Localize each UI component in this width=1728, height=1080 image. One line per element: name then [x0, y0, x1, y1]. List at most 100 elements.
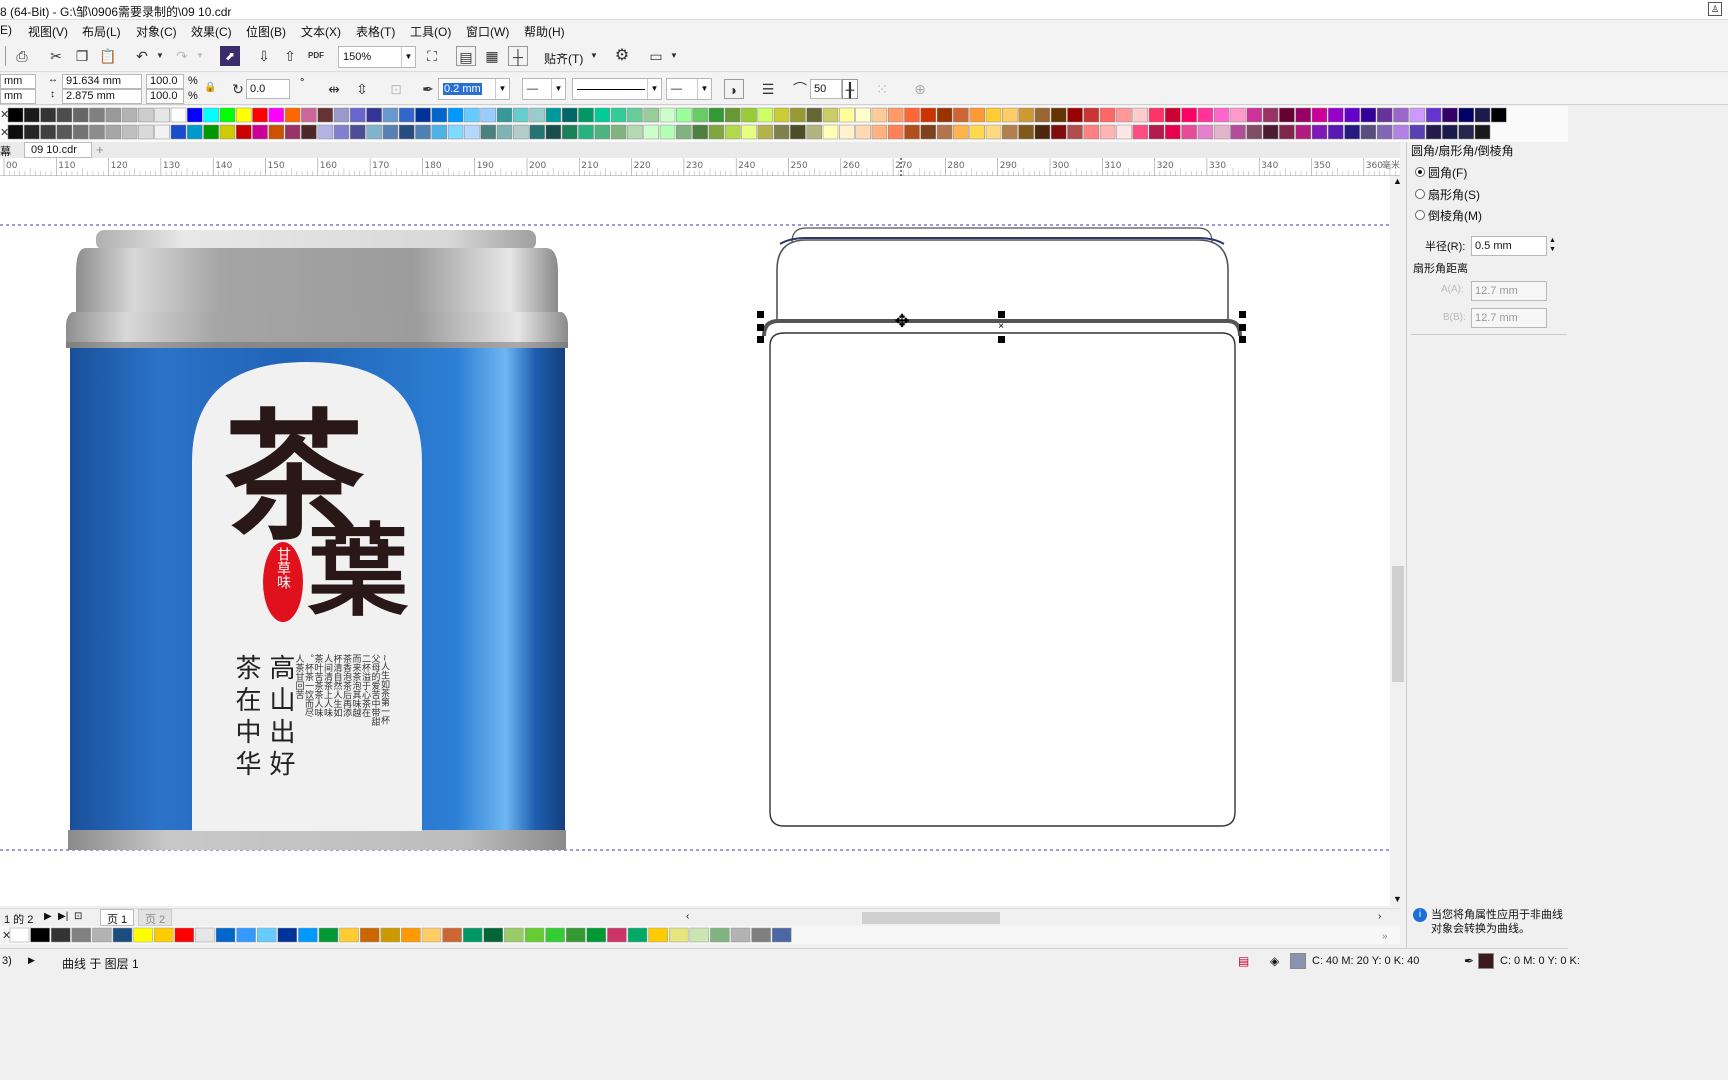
palette-swatch[interactable]	[561, 107, 578, 123]
palette-swatch[interactable]	[105, 124, 122, 140]
rotation-field[interactable]: 0.0	[246, 79, 290, 99]
palette-swatch[interactable]	[284, 107, 301, 123]
palette-swatch[interactable]	[1458, 124, 1474, 140]
menu-view[interactable]: 视图(V)	[28, 23, 68, 40]
document-palette-swatch[interactable]	[174, 927, 195, 943]
palette-swatch[interactable]	[1425, 107, 1442, 123]
line-style-select[interactable]: ▼	[572, 78, 662, 100]
palette-swatch[interactable]	[1311, 107, 1328, 123]
handle-middle-right[interactable]	[1239, 324, 1246, 331]
palette-swatch[interactable]	[806, 107, 822, 123]
snap-to-label[interactable]: 贴齐(T)	[544, 50, 583, 67]
text-wrap-icon[interactable]: ☰	[758, 79, 778, 99]
palette-swatch[interactable]	[985, 124, 1002, 140]
document-palette-swatch[interactable]	[730, 927, 751, 943]
palette-swatch[interactable]	[40, 107, 56, 123]
palette-swatch[interactable]	[121, 107, 138, 123]
handle-top-left[interactable]	[757, 311, 764, 318]
handle-middle-left[interactable]	[757, 324, 764, 331]
palette-swatch[interactable]	[1344, 124, 1360, 140]
undo-dropdown-icon[interactable]: ▼	[150, 46, 170, 66]
palette-swatch[interactable]	[610, 107, 627, 123]
full-screen-icon[interactable]: ⛶	[422, 46, 442, 66]
palette-scroll-icon[interactable]: »	[1382, 931, 1388, 942]
gear-icon[interactable]: ⚙	[612, 46, 632, 66]
document-palette-swatch[interactable]	[462, 927, 483, 943]
palette-swatch[interactable]	[121, 124, 138, 140]
palette-swatch[interactable]	[871, 124, 888, 140]
palette-swatch[interactable]	[366, 107, 382, 123]
user-icon[interactable]: ♙	[1708, 2, 1722, 16]
palette-swatch[interactable]	[284, 124, 301, 140]
handle-bottom-center[interactable]	[998, 336, 1005, 343]
palette-swatch[interactable]	[301, 107, 317, 123]
next-page-icon[interactable]: ▶	[44, 911, 52, 922]
a-distance-input[interactable]: 12.7 mm	[1471, 281, 1547, 301]
palette-swatch[interactable]	[447, 107, 464, 123]
palette-swatch[interactable]	[333, 124, 350, 140]
vertical-scrollbar[interactable]: ▲ ▼	[1390, 176, 1406, 906]
welcome-tab[interactable]: 幕	[0, 143, 11, 159]
node-grid-icon[interactable]: ⁙	[872, 79, 892, 99]
palette-swatch[interactable]	[953, 124, 969, 140]
palette-swatch[interactable]	[708, 124, 725, 140]
palette-swatch[interactable]	[936, 124, 953, 140]
horizontal-ruler[interactable]: 00 110 120 130 140 150 160 170 180 190 200 210 220 23…	[0, 158, 1412, 176]
palette-swatch[interactable]	[398, 107, 415, 123]
scale-x-field[interactable]: 100.0	[146, 74, 184, 89]
palette-swatch[interactable]	[447, 124, 464, 140]
palette-swatch[interactable]	[1165, 107, 1181, 123]
palette-swatch[interactable]	[480, 124, 496, 140]
document-palette-swatch[interactable]	[112, 927, 133, 943]
cut-icon[interactable]: ✂	[46, 46, 66, 66]
palette-swatch[interactable]	[170, 124, 187, 140]
height-field[interactable]: 2.875 mm	[62, 89, 142, 104]
palette-swatch[interactable]	[822, 124, 839, 140]
pdf-icon[interactable]: PDF	[306, 46, 326, 66]
palette-swatch[interactable]	[1148, 124, 1165, 140]
palette-swatch[interactable]	[1328, 107, 1344, 123]
width-field[interactable]: 91.634 mm	[62, 74, 142, 89]
mirror-vertical-icon[interactable]: ⇳	[352, 79, 372, 99]
radio-round[interactable]	[1415, 167, 1425, 177]
palette-swatch[interactable]	[904, 107, 920, 123]
palette-swatch[interactable]	[513, 107, 529, 123]
snap-dropdown-icon[interactable]: ▼	[584, 46, 604, 66]
palette-swatch[interactable]	[1148, 107, 1165, 123]
palette-swatch[interactable]	[692, 107, 708, 123]
palette-swatch[interactable]	[1360, 124, 1377, 140]
launch-icon[interactable]: ▭	[646, 46, 666, 66]
palette-swatch[interactable]	[741, 124, 757, 140]
palette-swatch[interactable]	[1132, 107, 1148, 123]
scroll-left-icon[interactable]: ‹	[686, 911, 689, 922]
palette-swatch[interactable]	[382, 107, 399, 123]
palette-swatch[interactable]	[317, 124, 333, 140]
document-palette-swatch[interactable]	[751, 927, 771, 943]
scroll-thumb[interactable]	[1392, 566, 1404, 682]
document-palette-swatch[interactable]	[421, 927, 442, 943]
palette-swatch[interactable]	[529, 124, 545, 140]
menu-object[interactable]: 对象(C)	[136, 23, 177, 40]
menu-text[interactable]: 文本(X)	[301, 23, 341, 40]
palette-swatch[interactable]	[1295, 107, 1311, 123]
document-palette-swatch[interactable]	[627, 927, 648, 943]
palette-swatch[interactable]	[1328, 124, 1344, 140]
palette-swatch[interactable]	[1034, 107, 1051, 123]
document-palette-swatch[interactable]	[504, 927, 524, 943]
drawing-canvas[interactable]: 茶 葉 甘草味 茶在中华 高山出好 ~人生如茶第一杯 父母的爱苦中带甜 二杯溢于心茶…	[0, 176, 1390, 906]
tea-tin-artwork[interactable]: 茶 葉 甘草味 茶在中华 高山出好 ~人生如茶第一杯父母的爱苦中带甜二杯溢于心茶…	[66, 230, 568, 850]
palette-swatch[interactable]	[7, 107, 24, 123]
document-palette-swatch[interactable]	[524, 927, 545, 943]
palette-swatch[interactable]	[235, 124, 252, 140]
palette-swatch[interactable]	[187, 107, 203, 123]
document-palette-swatch[interactable]	[648, 927, 668, 943]
palette-swatch[interactable]	[24, 124, 40, 140]
palette-swatch[interactable]	[773, 124, 790, 140]
palette-swatch[interactable]	[496, 124, 513, 140]
menu-bitmaps[interactable]: 位图(B)	[246, 23, 286, 40]
launch-dropdown-icon[interactable]: ▼	[664, 46, 684, 66]
palette-swatch[interactable]	[40, 124, 56, 140]
radio-chamfer[interactable]	[1415, 210, 1425, 220]
page-tab-2[interactable]: 页 2	[138, 909, 173, 926]
palette-swatch[interactable]	[1132, 124, 1148, 140]
